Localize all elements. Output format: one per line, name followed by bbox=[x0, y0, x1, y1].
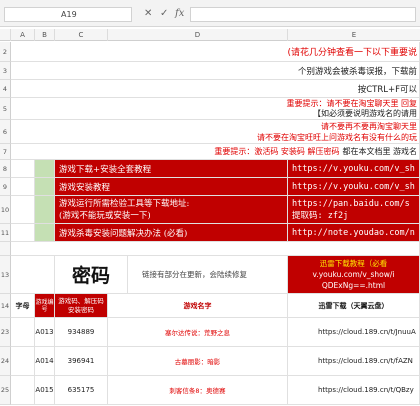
empty-cell bbox=[11, 224, 35, 242]
column-e-header[interactable]: E bbox=[288, 29, 420, 41]
antivirus-notice: 个别游戏会被杀毒误报，下载前 bbox=[11, 62, 420, 80]
column-c-header[interactable]: C bbox=[55, 29, 108, 41]
code-header: 游戏码、解压码 安装密码 bbox=[55, 294, 108, 318]
tools-link-url[interactable]: https://pan.baidu.com/s bbox=[292, 198, 410, 210]
row-number[interactable]: 9 bbox=[0, 178, 11, 196]
row-number[interactable]: 6 bbox=[0, 120, 11, 144]
fx-icon[interactable]: fx bbox=[175, 7, 184, 21]
wangwang-notice: 重要提示：请不要在淘宝聊天里 回复 【如必须要说明游戏名的请用 bbox=[11, 98, 420, 120]
letter-header: 字母 bbox=[11, 294, 35, 318]
green-cell bbox=[35, 196, 55, 224]
empty-row bbox=[11, 242, 420, 256]
letter-cell bbox=[11, 376, 35, 405]
password-heading: 密码 bbox=[55, 256, 128, 294]
row-number[interactable]: 4 bbox=[0, 80, 11, 98]
game-name[interactable]: 塞尔达传说：荒野之息 bbox=[108, 318, 288, 347]
empty-cell bbox=[11, 256, 55, 294]
column-header: A B C D E bbox=[0, 29, 420, 41]
tools-title-line2: (游戏不能玩或安装一下) bbox=[59, 210, 151, 221]
green-cell bbox=[35, 178, 55, 196]
game-id[interactable]: A015 bbox=[35, 376, 55, 405]
game-code[interactable]: 934889 bbox=[55, 318, 108, 347]
chat-notice: 请不要再不要再淘宝聊天里 请不要在淘宝旺旺上问游戏名有没有什么的玩 bbox=[11, 120, 420, 144]
wangwang-notice-line1: 重要提示：请不要在淘宝聊天里 回复 bbox=[286, 98, 417, 108]
green-cell bbox=[35, 224, 55, 242]
row-number[interactable]: 3 bbox=[0, 62, 11, 80]
tools-link[interactable]: https://pan.baidu.com/s 提取码: zf2j bbox=[288, 196, 420, 224]
tools-title-line1: 游戏运行所需检验工具等下载地址: bbox=[59, 198, 190, 209]
download-header: 迅雷下载（天翼云盘） bbox=[288, 294, 420, 318]
xunlei-tutorial-line1: 迅雷下载教程（必看 bbox=[319, 259, 388, 268]
tutorial-title: 游戏下载+安装全套教程 bbox=[55, 160, 288, 178]
install-tutorial-title: 游戏安装教程 bbox=[55, 178, 288, 196]
row-number[interactable] bbox=[0, 242, 11, 256]
game-id[interactable]: A014 bbox=[35, 347, 55, 376]
code-header-line1: 游戏码、解压码 bbox=[58, 296, 104, 305]
row-number[interactable]: 23 bbox=[0, 318, 11, 347]
empty-cell bbox=[11, 160, 35, 178]
password-notice-red: 重要提示：激活码 安装码 解压密码 bbox=[214, 147, 340, 156]
row-number[interactable]: 25 bbox=[0, 376, 11, 405]
game-name-header: 游戏名字 bbox=[108, 294, 288, 318]
row-number[interactable]: 10 bbox=[0, 196, 11, 224]
select-all-corner[interactable] bbox=[0, 29, 11, 41]
row-number[interactable]: 7 bbox=[0, 144, 11, 160]
column-d-header[interactable]: D bbox=[108, 29, 288, 41]
game-id-header: 游戏编号 bbox=[35, 294, 55, 318]
password-notice: 重要提示：激活码 安装码 解压密码 都在本文档里 游戏名 bbox=[11, 144, 420, 160]
tools-title: 游戏运行所需检验工具等下载地址: (游戏不能玩或安装一下) bbox=[55, 196, 288, 224]
empty-cell bbox=[11, 178, 35, 196]
install-tutorial-link[interactable]: https://v.youku.com/v_sh bbox=[288, 178, 420, 196]
confirm-icon[interactable]: ✓ bbox=[160, 7, 168, 21]
search-hint: 按CTRL+F可以 bbox=[11, 80, 420, 98]
row-number[interactable]: 14 bbox=[0, 294, 11, 318]
row-number[interactable]: 5 bbox=[0, 98, 11, 120]
update-note: 链接有部分在更新，会陆续修复 bbox=[128, 256, 288, 294]
tools-link-code: 提取码: zf2j bbox=[292, 210, 349, 221]
notice-banner: (请花几分钟查看一下以下重要说 bbox=[11, 42, 420, 62]
antivirus-title: 游戏杀毒安装问题解决办法 (必看) bbox=[55, 224, 288, 242]
xunlei-tutorial-line3: QDExNg==.html bbox=[321, 281, 386, 290]
cancel-icon[interactable]: ✕ bbox=[144, 7, 152, 21]
game-name[interactable]: 古墓丽影：暗影 bbox=[108, 347, 288, 376]
game-code[interactable]: 396941 bbox=[55, 347, 108, 376]
letter-cell bbox=[11, 318, 35, 347]
game-id[interactable]: A013 bbox=[35, 318, 55, 347]
game-code[interactable]: 635175 bbox=[55, 376, 108, 405]
download-link[interactable]: https://cloud.189.cn/t/JnuuA bbox=[288, 318, 420, 347]
row-number[interactable]: 2 bbox=[0, 42, 11, 62]
name-box[interactable]: A19 bbox=[4, 7, 132, 22]
download-link[interactable]: https://cloud.189.cn/t/fAZN bbox=[288, 347, 420, 376]
row-number[interactable]: 13 bbox=[0, 256, 11, 294]
password-notice-black: 都在本文档里 游戏名 bbox=[342, 147, 417, 156]
code-header-line2: 安装密码 bbox=[68, 305, 94, 314]
xunlei-tutorial[interactable]: 迅雷下载教程（必看 v.youku.com/v_show/i QDExNg==.… bbox=[288, 256, 420, 294]
wangwang-notice-line2: 【如必须要说明游戏名的请用 bbox=[313, 108, 417, 118]
letter-cell bbox=[11, 347, 35, 376]
row-number[interactable]: 11 bbox=[0, 224, 11, 242]
chat-notice-line2: 请不要在淘宝旺旺上问游戏名有没有什么的玩 bbox=[257, 132, 417, 142]
row-number[interactable]: 24 bbox=[0, 347, 11, 376]
download-link[interactable]: https://cloud.189.cn/t/QBzy bbox=[288, 376, 420, 405]
chat-notice-line1: 请不要再不要再淘宝聊天里 bbox=[321, 121, 417, 131]
empty-cell bbox=[11, 196, 35, 224]
column-b-header[interactable]: B bbox=[35, 29, 55, 41]
green-cell bbox=[35, 160, 55, 178]
antivirus-link[interactable]: http://note.youdao.com/n bbox=[288, 224, 420, 242]
column-a-header[interactable]: A bbox=[11, 29, 35, 41]
row-number[interactable]: 8 bbox=[0, 160, 11, 178]
formula-input[interactable] bbox=[190, 7, 416, 22]
formula-bar: A19 ✕ ✓ fx bbox=[0, 0, 420, 27]
tutorial-link[interactable]: https://v.youku.com/v_sh bbox=[288, 160, 420, 178]
xunlei-tutorial-line2[interactable]: v.youku.com/v_show/i bbox=[313, 269, 395, 280]
game-name[interactable]: 刺客信条8：奥德赛 bbox=[108, 376, 288, 405]
